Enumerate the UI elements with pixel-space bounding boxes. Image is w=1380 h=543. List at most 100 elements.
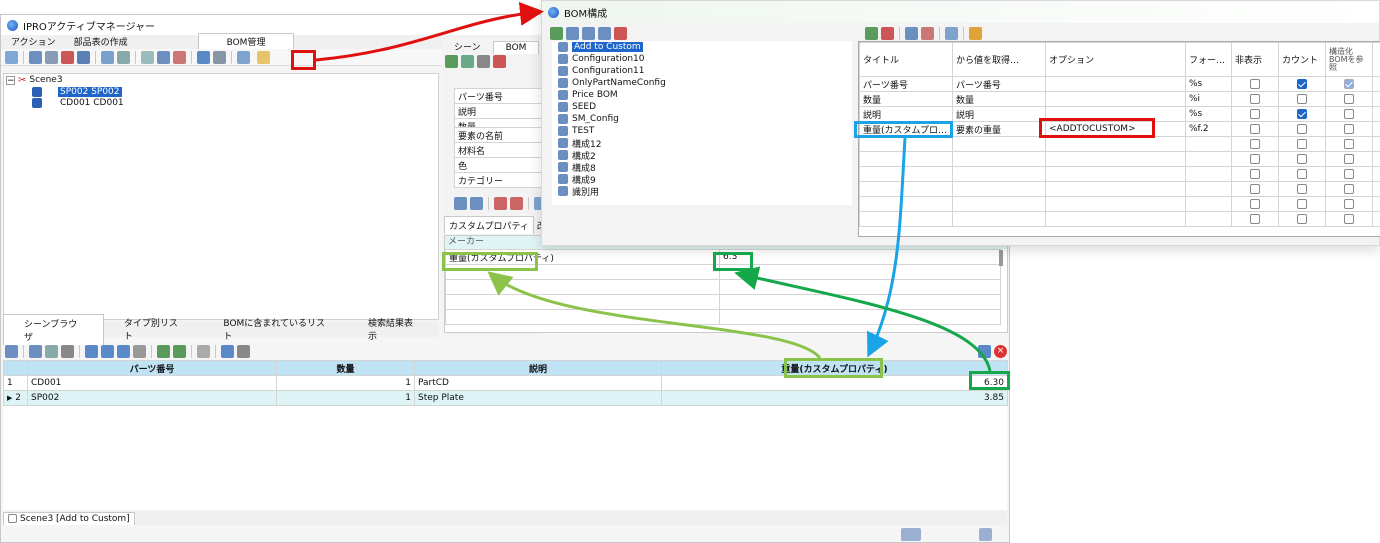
move-up-icon[interactable] (905, 27, 918, 40)
hidden-checkbox[interactable] (1250, 168, 1260, 179)
count-checkbox[interactable] (1297, 138, 1307, 149)
table-row[interactable] (859, 151, 1380, 167)
apply-icon[interactable] (969, 27, 982, 40)
add-row-icon[interactable] (865, 27, 878, 40)
count-checkbox[interactable] (1297, 168, 1307, 179)
cell-title[interactable]: 説明 (859, 106, 953, 122)
bom-config-icon[interactable] (257, 50, 270, 64)
list-item[interactable]: OnlyPartNameConfig (552, 77, 852, 89)
save-grid-icon[interactable] (978, 344, 991, 358)
zoom-icon[interactable] (101, 50, 114, 64)
paste-icon[interactable] (494, 197, 507, 210)
find-icon[interactable] (117, 50, 130, 64)
grid-b-icon[interactable] (101, 344, 114, 358)
list-icon[interactable] (61, 50, 74, 64)
hidden-checkbox[interactable] (1250, 93, 1260, 104)
tab-bom-list[interactable]: BOMに含まれているリスト (203, 314, 348, 344)
struct-checkbox[interactable] (1344, 78, 1354, 89)
count-checkbox[interactable] (1297, 198, 1307, 209)
preview-icon[interactable] (45, 344, 58, 358)
grid-col-desc[interactable]: 説明 (414, 360, 662, 376)
status-b-icon[interactable] (979, 528, 992, 541)
cell-format[interactable]: %s (1185, 106, 1232, 122)
group-icon[interactable] (157, 344, 170, 358)
list-item[interactable]: Configuration10 (552, 53, 852, 65)
cell-format[interactable]: %s (1185, 76, 1232, 92)
list-item[interactable]: Price BOM (552, 89, 852, 101)
print-icon[interactable] (213, 50, 226, 64)
compare-icon[interactable] (173, 50, 186, 64)
grid-col-weight[interactable]: 重量(カスタムプロパティ) (661, 360, 1008, 376)
tree-icon[interactable] (29, 50, 42, 64)
export-icon[interactable] (237, 50, 250, 64)
import-config-icon[interactable] (598, 27, 611, 40)
move-down-icon[interactable] (921, 27, 934, 40)
rename-config-icon[interactable] (582, 27, 595, 40)
funnel-icon[interactable] (221, 344, 234, 358)
count-checkbox[interactable] (1297, 123, 1307, 134)
struct-checkbox[interactable] (1344, 108, 1354, 119)
cell-source[interactable]: パーツ番号 (952, 76, 1046, 92)
struct-checkbox[interactable] (1344, 168, 1354, 179)
list-item[interactable]: 構成2 (552, 149, 852, 162)
layout-icon[interactable] (5, 344, 18, 358)
list-item[interactable]: 識別用 (552, 185, 852, 198)
hidden-checkbox[interactable] (1250, 153, 1260, 164)
columns-icon[interactable] (237, 344, 250, 358)
grid-c-icon[interactable] (117, 344, 130, 358)
cut-icon[interactable] (454, 197, 467, 210)
ungroup-icon[interactable] (173, 344, 186, 358)
struct-checkbox[interactable] (1344, 153, 1354, 164)
col-option[interactable]: オプション (1045, 42, 1186, 77)
list-item[interactable]: SEED (552, 101, 852, 113)
hidden-checkbox[interactable] (1250, 138, 1260, 149)
custom-scrollbar[interactable] (999, 250, 1003, 266)
col-hidden[interactable]: 非表示 (1231, 42, 1279, 77)
table-row[interactable]: ▶ 2 SP002 1 Step Plate 3.85 (3, 390, 1008, 406)
assembly-icon[interactable] (77, 50, 90, 64)
table-row[interactable] (859, 211, 1380, 227)
hidden-checkbox[interactable] (1250, 183, 1260, 194)
cell-title[interactable]: 数量 (859, 91, 953, 107)
grid-d-icon[interactable] (133, 344, 146, 358)
table-row[interactable]: 1 CD001 1 PartCD 6.30 (3, 375, 1008, 391)
new-config-icon[interactable] (550, 27, 563, 40)
struct-checkbox[interactable] (1344, 93, 1354, 104)
col-format[interactable]: フォーマット (1185, 42, 1232, 77)
col-source[interactable]: から値を取得… (952, 42, 1046, 77)
cell-source[interactable]: 要素の重量 (952, 121, 1046, 137)
table-row[interactable] (859, 181, 1380, 197)
remove-row-icon[interactable] (881, 27, 894, 40)
check-icon[interactable] (493, 55, 506, 68)
close-icon[interactable]: × (994, 344, 1007, 358)
cell-option[interactable]: <ADDTOCUSTOM> (1045, 121, 1186, 137)
list-item[interactable]: 構成9 (552, 173, 852, 186)
cell-weight[interactable]: 6.30 (661, 375, 1008, 391)
table-row[interactable]: パーツ番号 パーツ番号 %s (859, 76, 1380, 92)
cell-source[interactable]: 説明 (952, 106, 1046, 122)
tree-item-cd001[interactable]: CD001 CD001 (60, 98, 124, 108)
hidden-checkbox[interactable] (1250, 198, 1260, 209)
tab-type-list[interactable]: タイプ別リスト (104, 314, 204, 344)
hidden-checkbox[interactable] (1250, 213, 1260, 224)
cell-qty[interactable]: 1 (276, 390, 415, 406)
cell-option[interactable] (1045, 76, 1186, 92)
count-checkbox[interactable] (1297, 213, 1307, 224)
list-item[interactable]: 構成12 (552, 137, 852, 150)
grid-a-icon[interactable] (85, 344, 98, 358)
copy-icon[interactable] (470, 197, 483, 210)
col-struct[interactable]: 構造化BOMを参照 (1325, 42, 1373, 77)
ribbon-tab-create-bom[interactable]: 部品表の作成 (66, 34, 136, 49)
prop-description[interactable]: 説明 (454, 103, 543, 119)
cell-title[interactable]: パーツ番号 (859, 76, 953, 92)
cell-format[interactable]: %f.2 (1185, 121, 1232, 137)
count-checkbox[interactable] (1297, 153, 1307, 164)
cell-desc[interactable]: Step Plate (414, 390, 662, 406)
cell-desc[interactable]: PartCD (414, 375, 662, 391)
cell-part[interactable]: CD001 (27, 375, 277, 391)
print-grid-icon[interactable] (61, 344, 74, 358)
struct-checkbox[interactable] (1344, 123, 1354, 134)
count-checkbox[interactable] (1297, 108, 1307, 119)
struct-checkbox[interactable] (1344, 183, 1354, 194)
table-row[interactable]: 説明 説明 %s (859, 106, 1380, 122)
